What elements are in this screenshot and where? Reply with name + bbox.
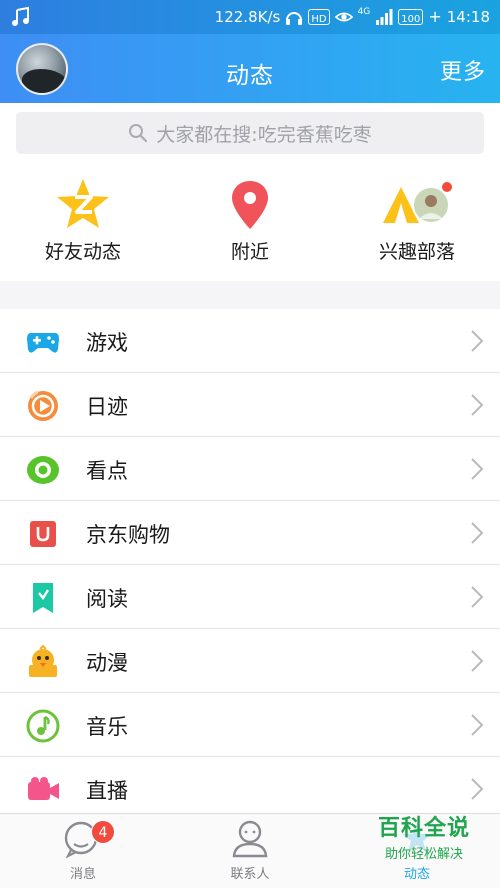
unread-badge: 4 <box>91 820 115 844</box>
list-item-jd-shopping[interactable]: 京东购物 <box>0 501 500 565</box>
watermark-title: 百科全说 <box>377 816 470 841</box>
quick-entry-label: 附近 <box>230 241 269 263</box>
music-note-icon <box>12 6 29 26</box>
network-type: 4G <box>357 7 371 17</box>
tab-label: 消息 <box>69 867 96 882</box>
tab-contacts[interactable]: 联系人 <box>167 818 333 882</box>
list-item-label: 日迹 <box>86 395 128 419</box>
feature-list: 游戏 日迹 看点 京东购物 阅读 动漫 音乐 直播 <box>0 309 500 821</box>
video-camera-icon <box>28 777 59 800</box>
quick-entry-nearby[interactable]: 附近 <box>180 177 320 264</box>
more-button[interactable]: 更多 <box>440 54 486 86</box>
list-item-music[interactable]: 音乐 <box>0 693 500 757</box>
search-icon <box>129 124 148 143</box>
book-icon <box>33 583 53 613</box>
quick-entry-label: 兴趣部落 <box>378 241 455 263</box>
chevron-right-icon <box>471 330 484 352</box>
status-bar: 122.8K/s HD 4G 100 + 14:18 <box>0 0 500 34</box>
chevron-right-icon <box>471 522 484 544</box>
list-item-anime[interactable]: 动漫 <box>0 629 500 693</box>
search-placeholder: 大家都在搜:吃完香蕉吃枣 <box>156 123 372 146</box>
quick-entry-friend-feed[interactable]: 好友动态 <box>13 177 153 264</box>
chevron-right-icon <box>471 394 484 416</box>
header: 动态 更多 <box>0 34 500 103</box>
headphone-icon <box>286 12 303 25</box>
list-item-label: 京东购物 <box>86 523 170 547</box>
tab-label: 动态 <box>403 867 430 882</box>
list-item-label: 音乐 <box>86 715 128 739</box>
eye-icon <box>334 12 353 22</box>
signal-icon <box>376 9 393 25</box>
network-speed: 122.8K/s <box>214 8 281 26</box>
search-bar[interactable]: 大家都在搜:吃完香蕉吃枣 <box>16 112 484 154</box>
search-section: 大家都在搜:吃完香蕉吃枣 <box>0 103 500 163</box>
tab-label: 联系人 <box>230 867 270 882</box>
gamepad-icon <box>27 333 59 353</box>
list-item-reading[interactable]: 阅读 <box>0 565 500 629</box>
list-item-label: 阅读 <box>86 587 128 611</box>
list-item-label: 动漫 <box>86 651 128 675</box>
shopping-bag-icon <box>30 521 56 547</box>
chevron-right-icon <box>471 778 484 800</box>
chevron-right-icon <box>471 714 484 736</box>
star-z-icon <box>57 179 109 228</box>
location-pin-icon <box>232 181 268 229</box>
watermark-subtitle: 助你轻松解决 <box>384 847 463 862</box>
list-item-daily-trace[interactable]: 日迹 <box>0 373 500 437</box>
watermark: 百科全说 助你轻松解决 <box>350 810 498 864</box>
chevron-right-icon <box>471 650 484 672</box>
eye-icon <box>27 456 59 484</box>
quick-entry-label: 好友动态 <box>44 241 121 263</box>
music-note-icon <box>26 709 60 743</box>
quick-entry-interest-tribe[interactable]: 兴趣部落 <box>347 177 487 264</box>
chevron-right-icon <box>471 586 484 608</box>
list-item-label: 看点 <box>86 459 128 483</box>
list-item-highlights[interactable]: 看点 <box>0 437 500 501</box>
clock: 14:18 <box>446 8 490 26</box>
hd-badge: HD <box>308 9 330 25</box>
list-item-game[interactable]: 游戏 <box>0 309 500 373</box>
tab-messages[interactable]: 4 消息 <box>0 818 166 882</box>
charging-icon: + <box>428 7 442 26</box>
list-item-label: 游戏 <box>86 331 128 355</box>
cartoon-chick-icon <box>29 645 57 677</box>
tent-icon <box>383 182 452 224</box>
quick-entries: 好友动态 附近 兴趣部落 <box>0 163 500 281</box>
person-icon <box>232 820 268 858</box>
page-title: 动态 <box>226 63 274 89</box>
battery-indicator: 100 <box>398 9 424 25</box>
list-item-label: 直播 <box>86 779 128 803</box>
chevron-right-icon <box>471 458 484 480</box>
play-circle-icon <box>28 390 58 421</box>
